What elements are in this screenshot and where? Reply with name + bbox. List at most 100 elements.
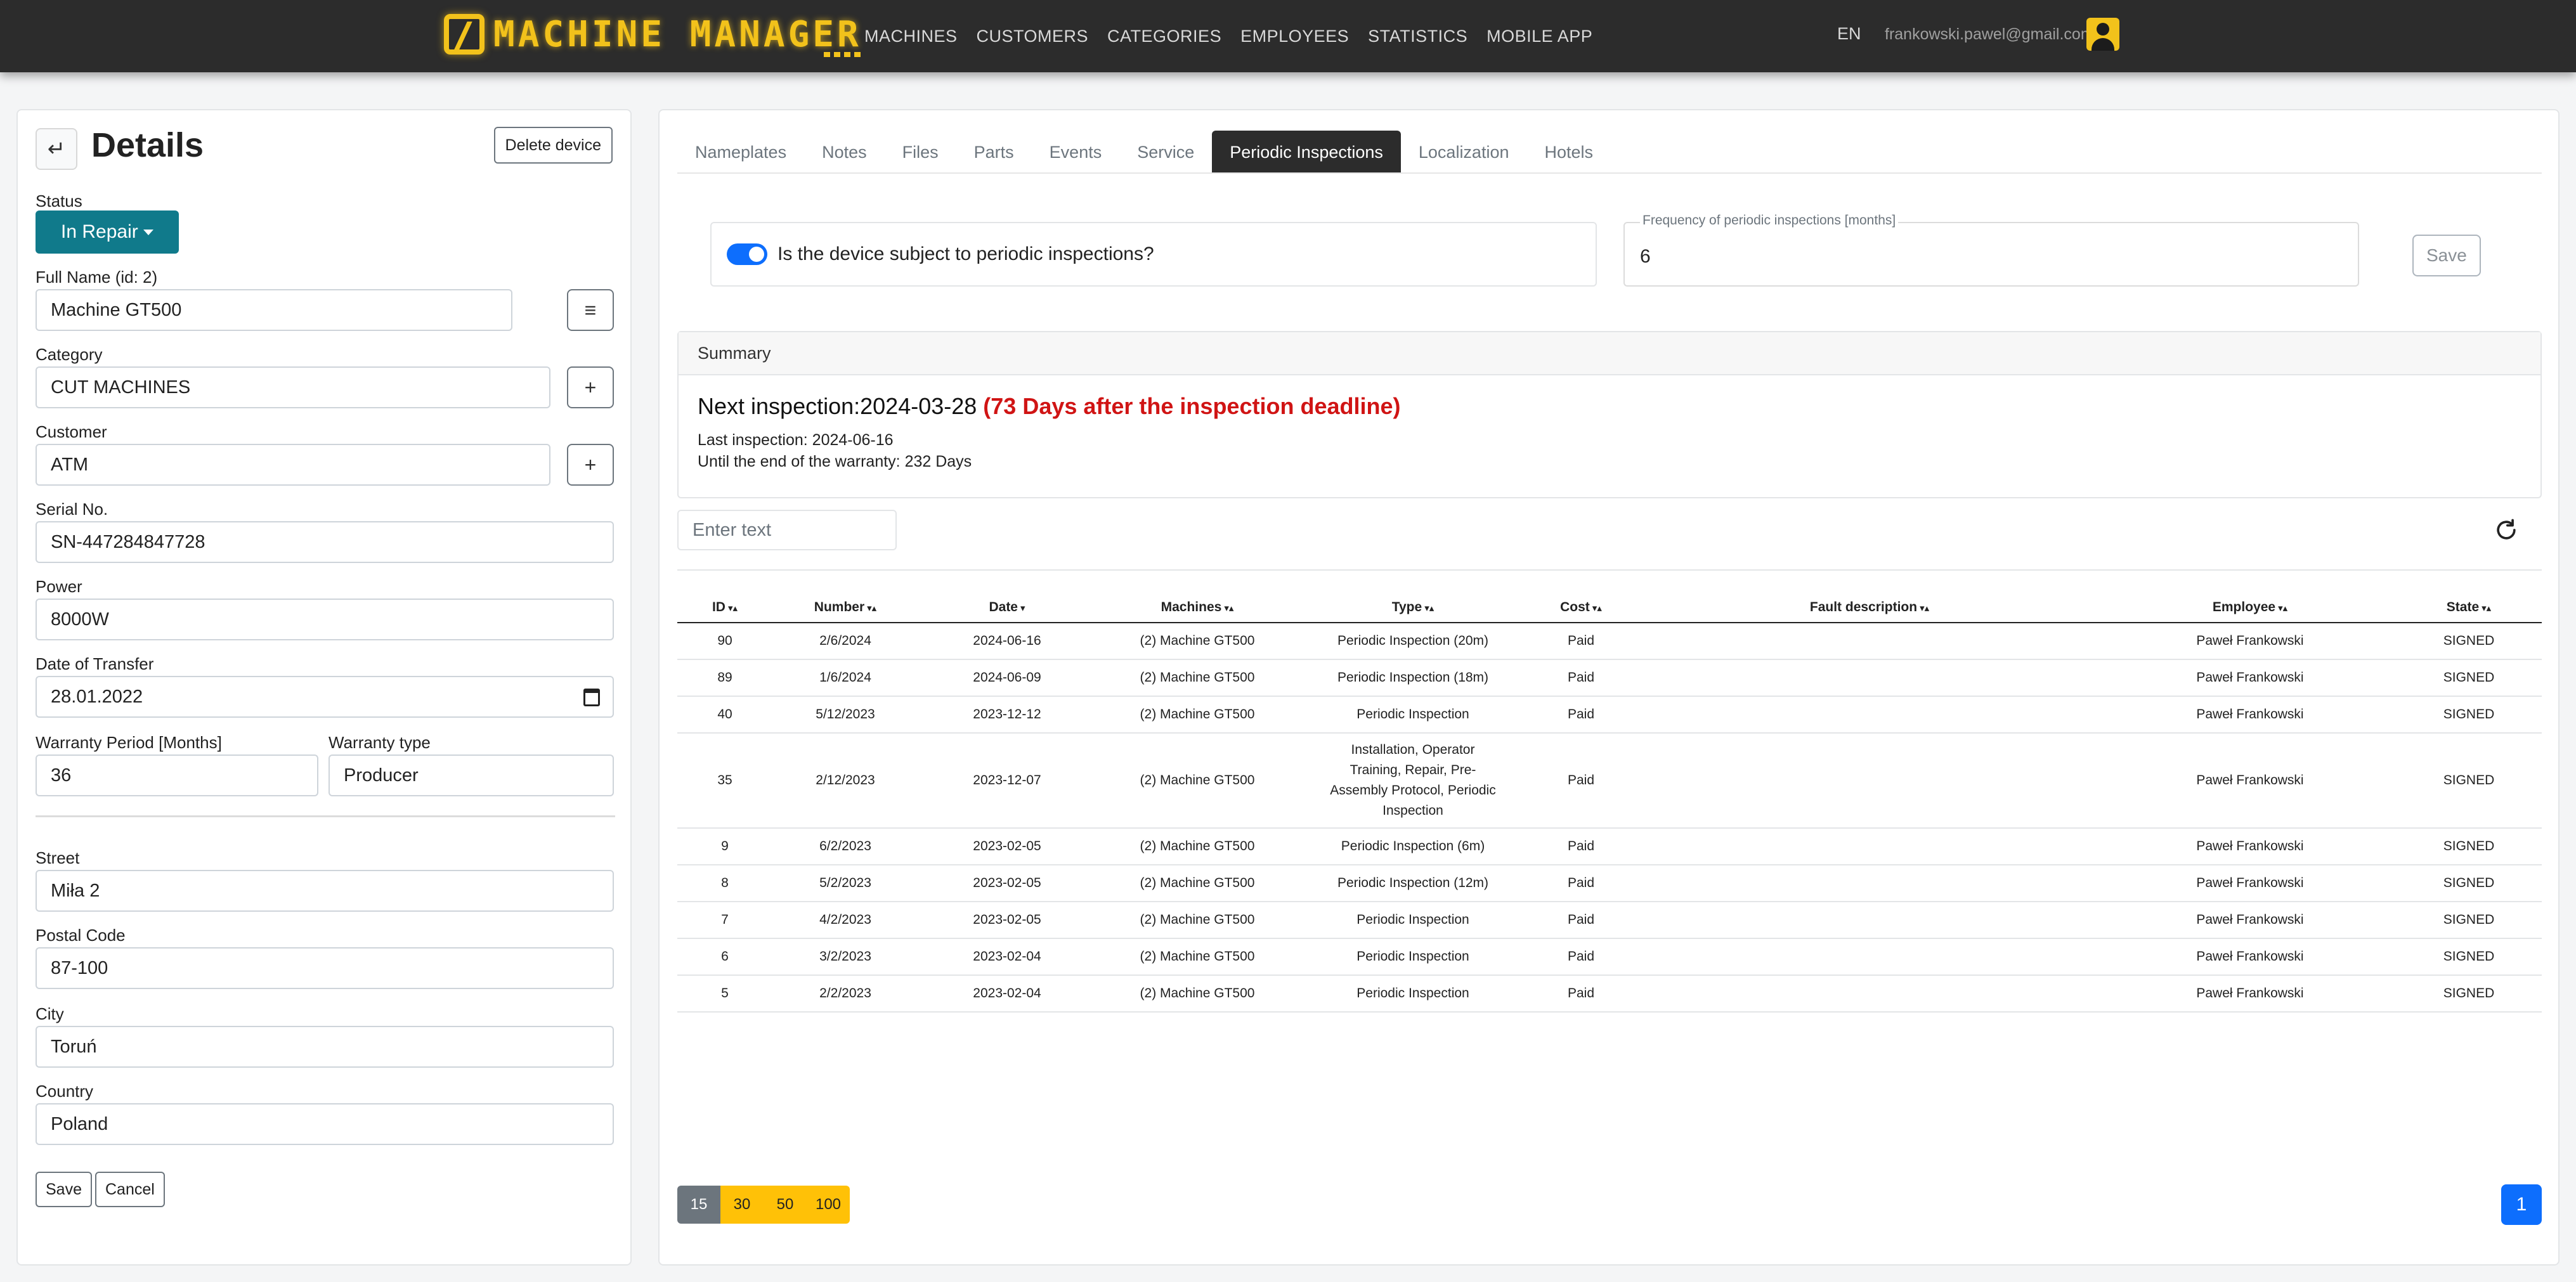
add-category-button[interactable]: + — [567, 366, 614, 408]
nav-link-customers[interactable]: CUSTOMERS — [977, 27, 1089, 46]
summary-card: Summary Next inspection:2024-03-28 (73 D… — [677, 331, 2542, 498]
table-cell: Paid — [1527, 902, 1635, 939]
refresh-icon[interactable] — [2492, 516, 2520, 544]
delete-device-button[interactable]: Delete device — [493, 127, 613, 164]
user-avatar-icon[interactable] — [2086, 18, 2119, 51]
brand-logo[interactable]: MACHINE MANAGER — [444, 11, 862, 57]
country-input[interactable]: Poland — [36, 1103, 614, 1145]
page-size-50[interactable]: 50 — [764, 1186, 807, 1224]
page-size-15[interactable]: 15 — [677, 1186, 720, 1224]
sort-icon[interactable]: ▾▴ — [1424, 603, 1434, 614]
save-frequency-button[interactable]: Save — [2412, 235, 2481, 276]
postal-code-input[interactable]: 87-100 — [36, 947, 614, 989]
page-size-30[interactable]: 30 — [720, 1186, 764, 1224]
city-input[interactable]: Toruń — [36, 1026, 614, 1068]
nav-link-mobile-app[interactable]: MOBILE APP — [1486, 27, 1592, 46]
table-row[interactable]: 8 5/2/2023 2023-02-05 (2) Machine GT500 Peri… — [677, 865, 2542, 902]
logo-dots — [823, 52, 862, 57]
sort-icon[interactable]: ▾▴ — [867, 603, 876, 614]
tab-parts[interactable]: Parts — [956, 131, 1032, 174]
street-input[interactable]: Miła 2 — [36, 870, 614, 912]
tab-files[interactable]: Files — [885, 131, 956, 174]
cancel-button[interactable]: Cancel — [95, 1172, 165, 1207]
serial-input[interactable]: SN-447284847728 — [36, 521, 614, 563]
table-row[interactable]: 5 2/2/2023 2023-02-04 (2) Machine GT500 Peri… — [677, 975, 2542, 1013]
calendar-icon[interactable] — [583, 689, 600, 706]
pagination-page-1[interactable]: 1 — [2501, 1184, 2542, 1225]
table-cell: 2023-02-05 — [918, 828, 1096, 865]
full-name-input[interactable]: Machine GT500 — [36, 289, 512, 331]
table-cell: SIGNED — [2396, 733, 2542, 829]
column-header-state[interactable]: State ▾▴ — [2396, 592, 2542, 623]
column-header-fault-description[interactable]: Fault description ▾▴ — [1635, 592, 2104, 623]
column-header-id[interactable]: ID ▾▴ — [677, 592, 772, 623]
table-cell: Paweł Frankowski — [2104, 975, 2396, 1013]
column-header-cost[interactable]: Cost ▾▴ — [1527, 592, 1635, 623]
user-email[interactable]: frankowski.pawel@gmail.com — [1885, 25, 2094, 44]
power-input[interactable]: 8000W — [36, 599, 614, 640]
nav-link-statistics[interactable]: STATISTICS — [1368, 27, 1467, 46]
tab-periodic-inspections[interactable]: Periodic Inspections — [1212, 131, 1401, 174]
nav-link-machines[interactable]: MACHINES — [864, 27, 958, 46]
tab-notes[interactable]: Notes — [804, 131, 885, 174]
column-header-employee[interactable]: Employee ▾▴ — [2104, 592, 2396, 623]
table-row[interactable]: 9 6/2/2023 2023-02-05 (2) Machine GT500 Peri… — [677, 828, 2542, 865]
table-header-row: ID ▾▴ Number ▾▴ Date ▾ Machines ▾▴ Type ▾▴ Co… — [677, 592, 2542, 623]
sort-icon[interactable]: ▾▴ — [1920, 603, 1929, 614]
sort-icon[interactable]: ▾▴ — [1224, 603, 1233, 614]
tabs-panel: Nameplates Notes Files Parts Events Serv… — [658, 109, 2560, 1266]
customer-input[interactable]: ATM — [36, 444, 550, 486]
next-inspection-date: Next inspection:2024-03-28 — [698, 393, 977, 419]
table-row[interactable]: 6 3/2/2023 2023-02-04 (2) Machine GT500 Peri… — [677, 938, 2542, 976]
table-cell: 35 — [677, 733, 772, 829]
sort-icon[interactable]: ▾▴ — [728, 603, 738, 614]
page-title: Details — [91, 126, 204, 164]
column-header-number[interactable]: Number ▾▴ — [772, 592, 918, 623]
tab-service[interactable]: Service — [1119, 131, 1212, 174]
save-button[interactable]: Save — [36, 1172, 92, 1207]
nav-link-employees[interactable]: EMPLOYEES — [1240, 27, 1349, 46]
list-button[interactable]: ≡ — [567, 289, 614, 331]
warranty-remaining: Until the end of the warranty: 232 Days — [698, 453, 972, 470]
table-divider — [677, 569, 2542, 571]
tab-localization[interactable]: Localization — [1401, 131, 1527, 174]
column-header-date[interactable]: Date ▾ — [918, 592, 1096, 623]
column-header-machines[interactable]: Machines ▾▴ — [1096, 592, 1299, 623]
customer-label: Customer — [36, 422, 107, 441]
warranty-type-input[interactable]: Producer — [329, 754, 614, 796]
sort-icon[interactable]: ▾▴ — [1592, 603, 1602, 614]
table-cell: 6/2/2023 — [772, 828, 918, 865]
table-row[interactable]: 7 4/2/2023 2023-02-05 (2) Machine GT500 Peri… — [677, 902, 2542, 939]
sort-icon[interactable]: ▾ — [1020, 603, 1025, 614]
table-row[interactable]: 35 2/12/2023 2023-12-07 (2) Machine GT500 In… — [677, 733, 2542, 829]
table-cell — [1635, 828, 2104, 865]
table-cell — [1635, 902, 2104, 939]
table-row[interactable]: 89 1/6/2024 2024-06-09 (2) Machine GT500 Per… — [677, 659, 2542, 697]
back-button[interactable]: ↵ — [36, 128, 77, 170]
transfer-date-input[interactable]: 28.01.2022 — [36, 676, 614, 718]
nav-link-categories[interactable]: CATEGORIES — [1107, 27, 1221, 46]
table-cell: SIGNED — [2396, 975, 2542, 1013]
table-row[interactable]: 90 2/6/2024 2024-06-16 (2) Machine GT500 Per… — [677, 623, 2542, 660]
frequency-input[interactable]: Frequency of periodic inspections [month… — [1623, 213, 2359, 287]
table-cell: 1/6/2024 — [772, 659, 918, 697]
tab-hotels[interactable]: Hotels — [1526, 131, 1611, 174]
category-input[interactable]: CUT MACHINES — [36, 366, 550, 408]
status-dropdown[interactable]: In Repair — [36, 210, 179, 254]
tab-nameplates[interactable]: Nameplates — [677, 131, 804, 174]
sort-icon[interactable]: ▾▴ — [2278, 603, 2287, 614]
table-cell: 40 — [677, 696, 772, 734]
table-cell: Paid — [1527, 975, 1635, 1013]
next-inspection: Next inspection:2024-03-28 (73 Days afte… — [698, 393, 1400, 420]
tab-events[interactable]: Events — [1032, 131, 1120, 174]
periodic-inspection-toggle[interactable] — [727, 243, 767, 265]
language-switch[interactable]: EN — [1837, 24, 1861, 44]
page-size-100[interactable]: 100 — [807, 1186, 850, 1224]
search-input[interactable] — [677, 510, 897, 550]
warranty-period-input[interactable]: 36 — [36, 754, 318, 796]
table-row[interactable]: 40 5/12/2023 2023-12-12 (2) Machine GT500 Pe… — [677, 696, 2542, 734]
add-customer-button[interactable]: + — [567, 444, 614, 486]
column-header-type[interactable]: Type ▾▴ — [1299, 592, 1527, 623]
transfer-date-label: Date of Transfer — [36, 654, 154, 673]
sort-icon[interactable]: ▾▴ — [2482, 603, 2491, 614]
